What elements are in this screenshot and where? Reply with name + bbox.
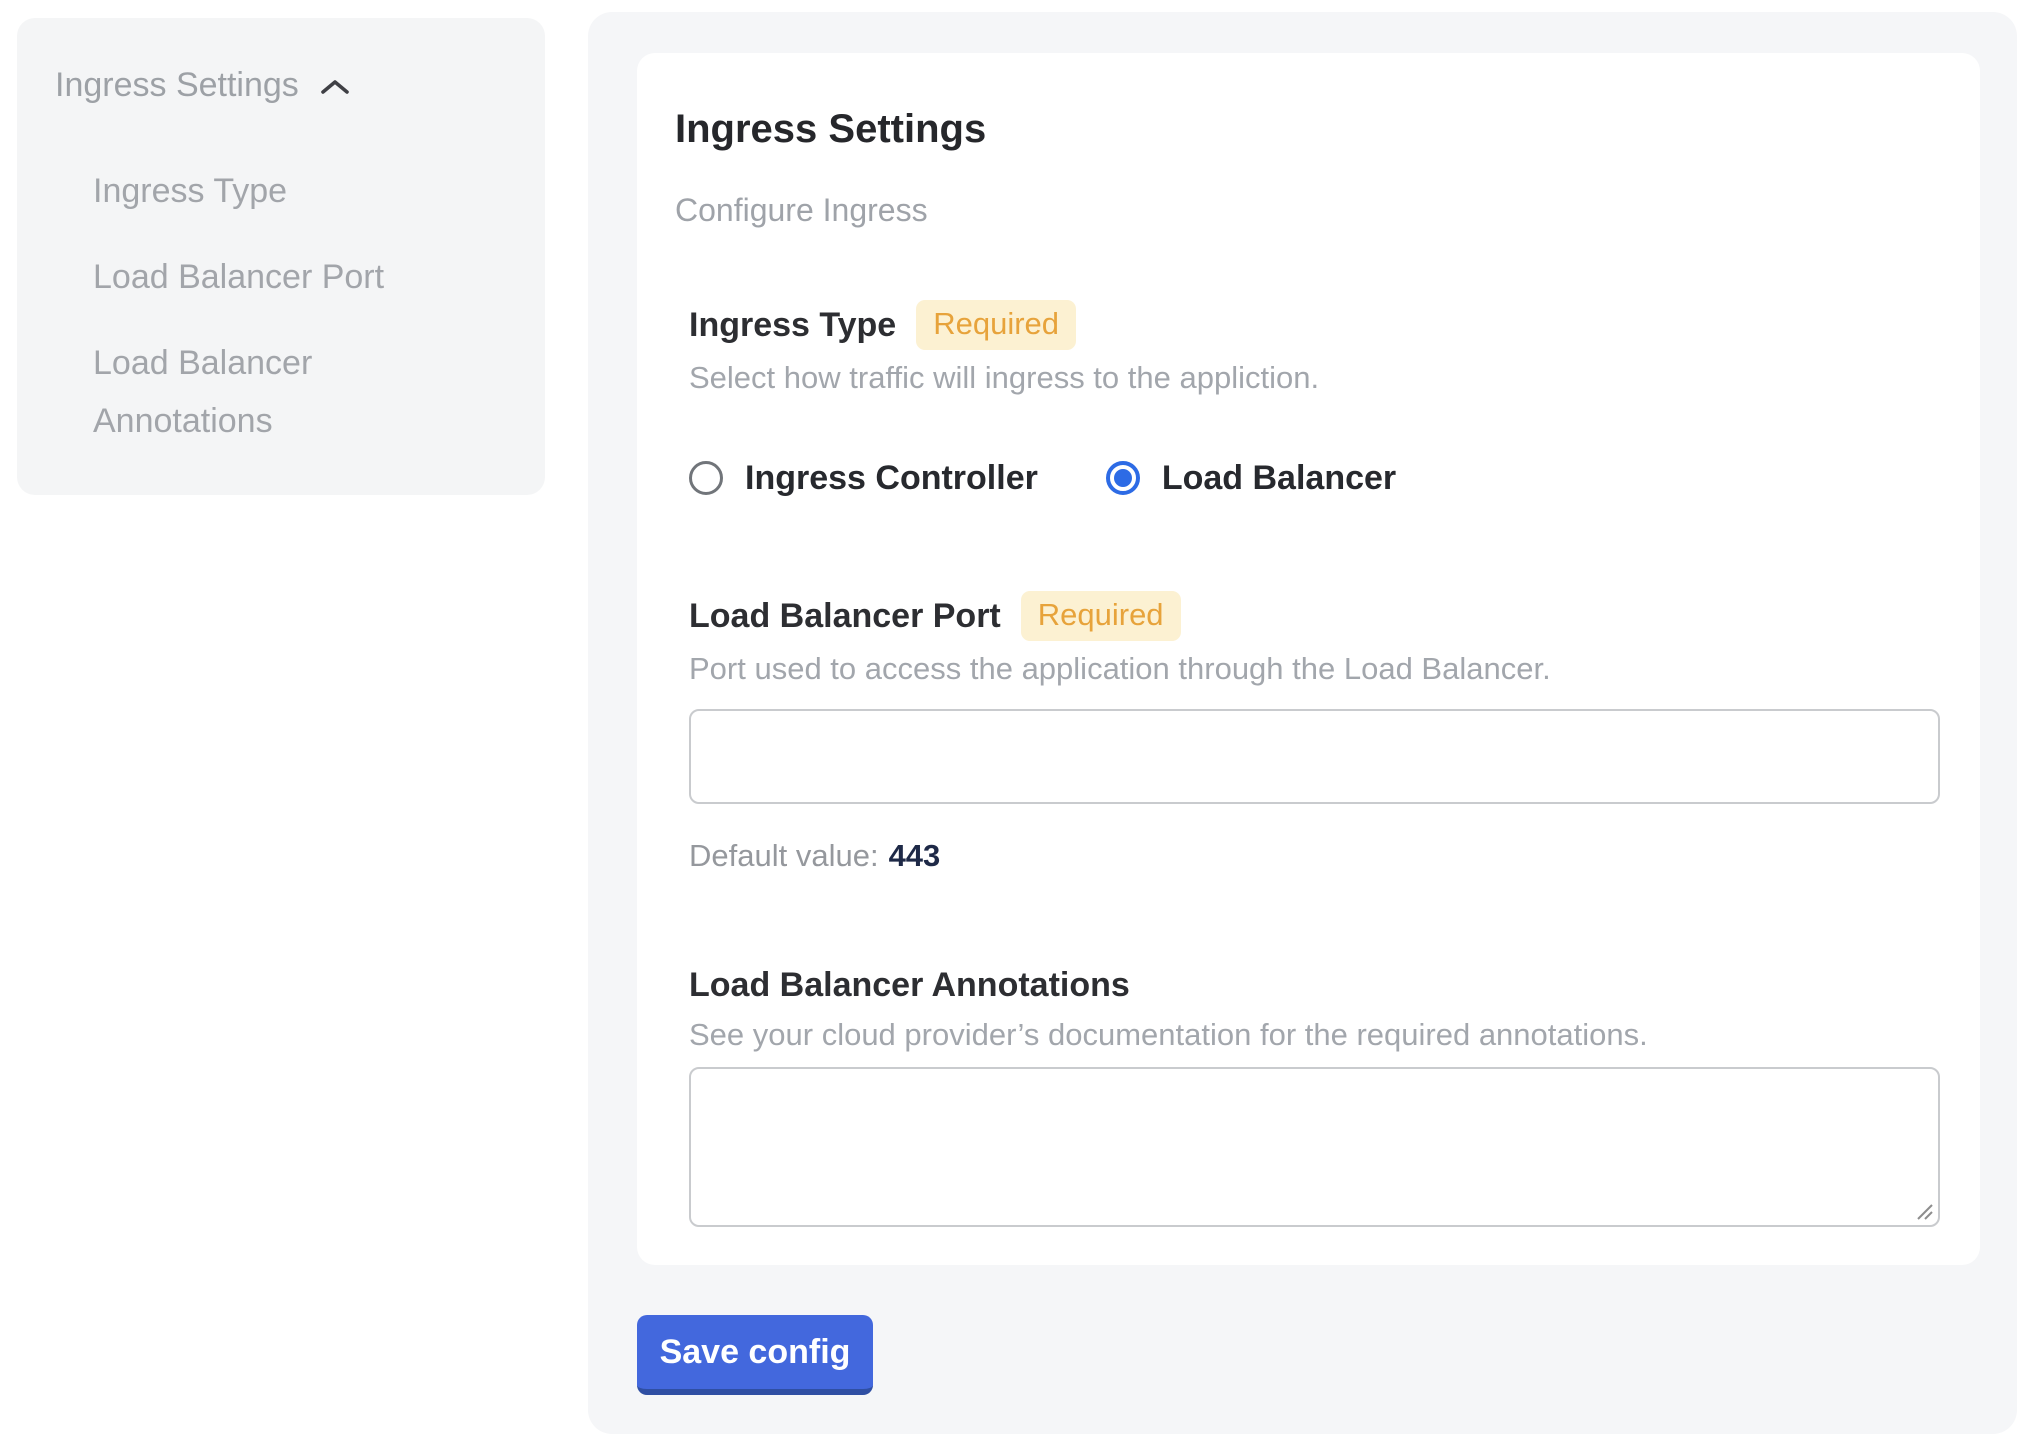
save-config-button[interactable]: Save config [637,1315,873,1395]
section-ingress-type: Ingress Type Required Select how traffic… [689,300,1940,500]
section-load-balancer-annotations: Load Balancer Annotations See your cloud… [689,963,1940,1227]
page-subtitle: Configure Ingress [675,190,1940,230]
section-load-balancer-port: Load Balancer Port Required Port used to… [689,591,1940,876]
sidebar-item-load-balancer-annotations[interactable]: Load Balancer Annotations [93,334,423,450]
sidebar-section-ingress-settings[interactable]: Ingress Settings [55,62,505,108]
default-value: 443 [889,838,941,873]
radio-label-load-balancer[interactable]: Load Balancer [1162,456,1396,500]
sidebar-item-load-balancer-port[interactable]: Load Balancer Port [93,248,423,306]
radio-option-load-balancer[interactable]: Load Balancer [1106,456,1396,500]
radio-label-ingress-controller[interactable]: Ingress Controller [745,456,1038,500]
load-balancer-port-description: Port used to access the application thro… [689,649,1940,689]
load-balancer-annotations-description: See your cloud provider’s documentation … [689,1015,1940,1055]
load-balancer-port-input[interactable] [689,709,1940,804]
default-value-row: Default value: 443 [689,836,1940,876]
sidebar-item-ingress-type[interactable]: Ingress Type [93,162,423,220]
settings-sidebar: Ingress Settings Ingress Type Load Balan… [17,18,545,495]
sidebar-section-label: Ingress Settings [55,62,299,108]
default-value-label: Default value: [689,838,879,873]
radio-option-ingress-controller[interactable]: Ingress Controller [689,456,1038,500]
radio-button-ingress-controller[interactable] [689,461,723,495]
required-badge: Required [1021,591,1181,641]
chevron-up-icon[interactable] [319,77,351,97]
required-badge: Required [916,300,1076,350]
page-title: Ingress Settings [675,105,1940,153]
load-balancer-annotations-textarea[interactable] [689,1067,1940,1227]
load-balancer-annotations-label: Load Balancer Annotations [689,963,1130,1007]
sidebar-items: Ingress Type Load Balancer Port Load Bal… [55,162,505,450]
ingress-type-description: Select how traffic will ingress to the a… [689,358,1940,398]
load-balancer-port-label: Load Balancer Port [689,594,1001,638]
radio-button-load-balancer[interactable] [1106,461,1140,495]
ingress-settings-card: Ingress Settings Configure Ingress Ingre… [637,53,1980,1265]
main-panel: Ingress Settings Configure Ingress Ingre… [588,12,2017,1434]
ingress-type-label: Ingress Type [689,303,896,347]
ingress-type-radio-group: Ingress Controller Load Balancer [689,456,1940,500]
